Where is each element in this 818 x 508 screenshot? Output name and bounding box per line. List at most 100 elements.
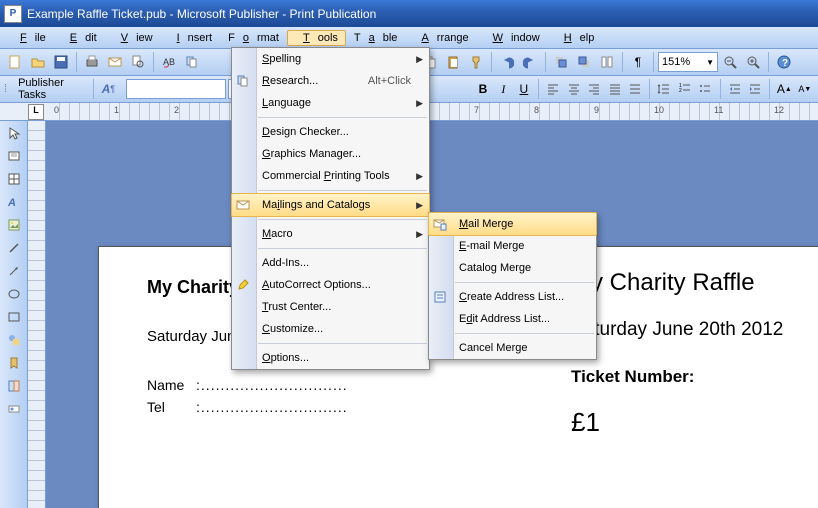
align-right-icon[interactable] bbox=[585, 78, 603, 100]
mailings-submenu: Mail Merge E-mail Merge Catalog Merge Creat… bbox=[428, 212, 597, 360]
line-spacing-icon[interactable] bbox=[655, 78, 673, 100]
item-tool-icon[interactable] bbox=[4, 399, 24, 419]
publisher-tasks-button[interactable]: Publisher Tasks bbox=[11, 75, 88, 103]
picture-tool-icon[interactable] bbox=[4, 215, 24, 235]
design-gallery-icon[interactable] bbox=[4, 376, 24, 396]
menu-edit[interactable]: Edit bbox=[54, 30, 105, 46]
menu-item-catalog-merge[interactable]: Catalog Merge bbox=[429, 257, 596, 279]
textbox-tool-icon[interactable] bbox=[4, 146, 24, 166]
table-tool-icon[interactable] bbox=[4, 169, 24, 189]
menu-table[interactable]: Table bbox=[346, 30, 406, 46]
align-center-icon[interactable] bbox=[564, 78, 582, 100]
font-combo[interactable] bbox=[126, 79, 227, 99]
bold-icon[interactable]: B bbox=[474, 78, 492, 100]
menu-item-macro[interactable]: Macro▶ bbox=[232, 223, 429, 245]
zoom-combo[interactable]: 151%▼ bbox=[658, 52, 718, 72]
bring-front-icon[interactable] bbox=[550, 51, 572, 73]
ruler-scale[interactable]: 0123456789101112 bbox=[50, 103, 818, 120]
numbering-icon[interactable]: 12 bbox=[676, 78, 694, 100]
line-tool-icon[interactable] bbox=[4, 238, 24, 258]
menu-item-cancel-merge[interactable]: Cancel Merge bbox=[429, 337, 596, 359]
research-icon[interactable] bbox=[181, 51, 203, 73]
zoom-value: 151% bbox=[662, 56, 690, 68]
tel-field-row: Tel :.............................. bbox=[147, 399, 348, 415]
menu-arrange[interactable]: Arrange bbox=[405, 30, 476, 46]
menu-separator bbox=[455, 333, 594, 334]
menu-item-research[interactable]: Research...Alt+Click bbox=[232, 70, 429, 92]
menu-help[interactable]: Help bbox=[548, 30, 603, 46]
distribute-icon[interactable] bbox=[626, 78, 644, 100]
menu-item-label: Add-Ins... bbox=[262, 257, 309, 269]
menu-item-spelling[interactable]: Spelling▶ bbox=[232, 48, 429, 70]
menu-item-e-mail-merge[interactable]: E-mail Merge bbox=[429, 235, 596, 257]
bookmark-tool-icon[interactable] bbox=[4, 353, 24, 373]
menu-insert[interactable]: Insert bbox=[161, 30, 221, 46]
vertical-ruler[interactable] bbox=[28, 121, 46, 508]
wordart-tool-icon[interactable]: A bbox=[4, 192, 24, 212]
italic-icon[interactable]: I bbox=[494, 78, 512, 100]
menu-item-options[interactable]: Options... bbox=[232, 347, 429, 369]
menu-bar: FileEditViewInsertFormatToolsTableArrang… bbox=[0, 27, 818, 49]
rectangle-tool-icon[interactable] bbox=[4, 307, 24, 327]
menu-separator bbox=[258, 190, 427, 191]
menu-item-add-ins[interactable]: Add-Ins... bbox=[232, 252, 429, 274]
menu-item-autocorrect-options[interactable]: AutoCorrect Options... bbox=[232, 274, 429, 296]
align-left-icon[interactable] bbox=[544, 78, 562, 100]
ruler-origin[interactable]: L bbox=[28, 104, 44, 120]
print-preview-icon[interactable] bbox=[127, 51, 149, 73]
menu-window[interactable]: Window bbox=[477, 30, 548, 46]
format-painter-icon[interactable] bbox=[465, 51, 487, 73]
underline-icon[interactable]: U bbox=[515, 78, 533, 100]
oval-tool-icon[interactable] bbox=[4, 284, 24, 304]
menu-item-graphics-manager[interactable]: Graphics Manager... bbox=[232, 143, 429, 165]
pointer-tool-icon[interactable] bbox=[4, 123, 24, 143]
menu-item-commercial-printing-tools[interactable]: Commercial Printing Tools▶ bbox=[232, 165, 429, 187]
zoom-out-icon[interactable] bbox=[719, 51, 741, 73]
menu-file[interactable]: File bbox=[4, 30, 54, 46]
undo-icon[interactable] bbox=[496, 51, 518, 73]
menu-item-label: Trust Center... bbox=[262, 301, 331, 313]
styles-icon[interactable]: A¶ bbox=[99, 78, 117, 100]
email-icon[interactable] bbox=[104, 51, 126, 73]
menu-item-trust-center[interactable]: Trust Center... bbox=[232, 296, 429, 318]
menu-item-label: E-mail Merge bbox=[459, 240, 524, 252]
ticket-title: My Charity Raffle bbox=[571, 269, 783, 297]
menu-view[interactable]: View bbox=[105, 30, 161, 46]
title-bar: P Example Raffle Ticket.pub - Microsoft … bbox=[0, 0, 818, 27]
open-icon[interactable] bbox=[27, 51, 49, 73]
new-icon[interactable] bbox=[4, 51, 26, 73]
autoshapes-tool-icon[interactable] bbox=[4, 330, 24, 350]
send-back-icon[interactable] bbox=[573, 51, 595, 73]
submenu-arrow-icon: ▶ bbox=[416, 171, 423, 182]
address-list-icon bbox=[432, 289, 448, 305]
save-icon[interactable] bbox=[50, 51, 72, 73]
redo-icon[interactable] bbox=[519, 51, 541, 73]
menu-format[interactable]: Format bbox=[220, 30, 287, 46]
decrease-indent-icon[interactable] bbox=[725, 78, 743, 100]
zoom-in-icon[interactable] bbox=[742, 51, 764, 73]
autocorrect-icon bbox=[235, 277, 251, 293]
print-icon[interactable] bbox=[81, 51, 103, 73]
menu-item-create-address-list[interactable]: Create Address List... bbox=[429, 286, 596, 308]
special-chars-icon[interactable]: ¶ bbox=[627, 51, 649, 73]
increase-indent-icon[interactable] bbox=[746, 78, 764, 100]
bullets-icon[interactable] bbox=[696, 78, 714, 100]
menu-item-edit-address-list[interactable]: Edit Address List... bbox=[429, 308, 596, 330]
arrow-tool-icon[interactable] bbox=[4, 261, 24, 281]
menu-item-design-checker[interactable]: Design Checker... bbox=[232, 121, 429, 143]
grow-font-icon[interactable]: A▲ bbox=[775, 78, 793, 100]
menu-item-label: Edit Address List... bbox=[459, 313, 550, 325]
ruler-tick: 1 bbox=[114, 105, 119, 115]
columns-icon[interactable] bbox=[596, 51, 618, 73]
menu-item-customize[interactable]: Customize... bbox=[232, 318, 429, 340]
menu-item-mail-merge[interactable]: Mail Merge bbox=[428, 212, 597, 236]
spelling-icon[interactable]: AB bbox=[158, 51, 180, 73]
paste-icon[interactable] bbox=[442, 51, 464, 73]
menu-item-language[interactable]: Language▶ bbox=[232, 92, 429, 114]
ruler-tick: 8 bbox=[534, 105, 539, 115]
help-icon[interactable]: ? bbox=[773, 51, 795, 73]
menu-item-mailings-and-catalogs[interactable]: Mailings and Catalogs▶ bbox=[231, 193, 430, 217]
justify-icon[interactable] bbox=[605, 78, 623, 100]
shrink-font-icon[interactable]: A▼ bbox=[796, 78, 814, 100]
menu-tools[interactable]: Tools bbox=[287, 30, 346, 46]
